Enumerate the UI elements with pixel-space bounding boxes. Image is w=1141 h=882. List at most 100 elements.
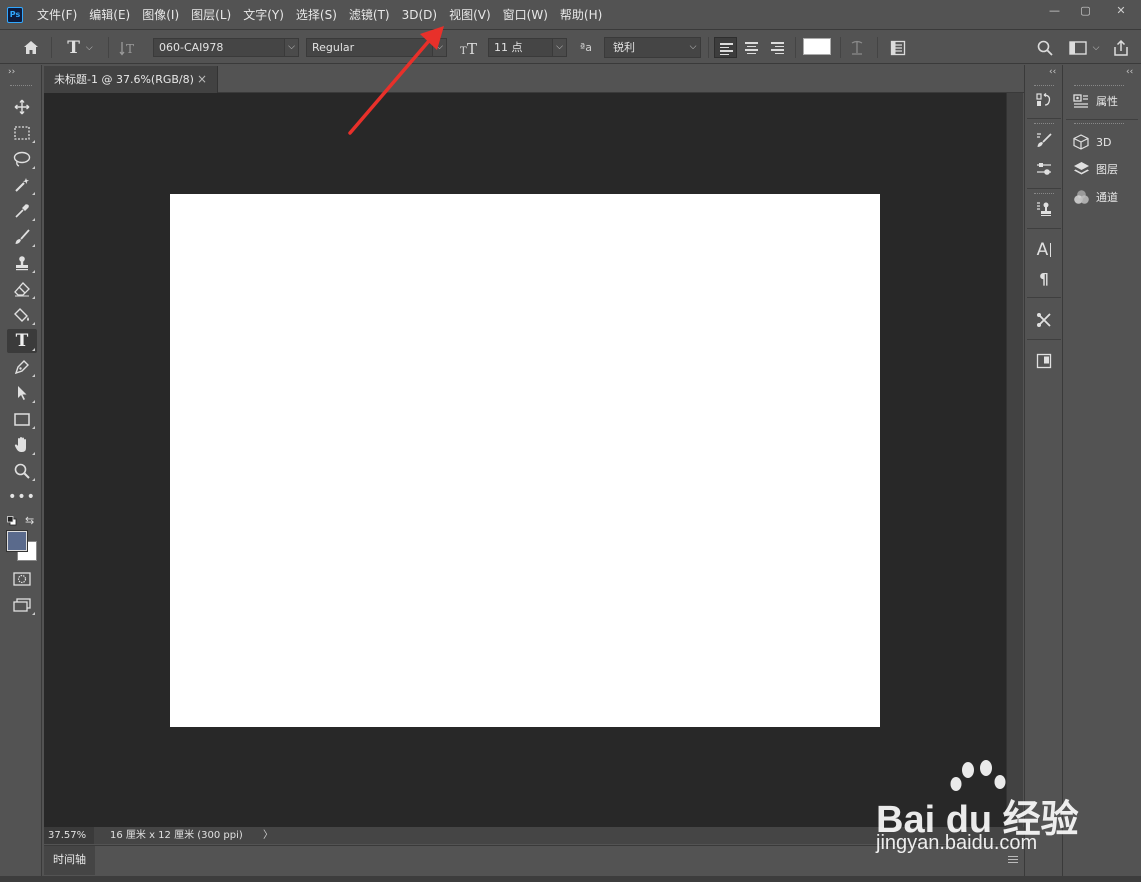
document-canvas[interactable]	[170, 194, 880, 727]
menu-type[interactable]: 文字(Y)	[237, 0, 290, 30]
document-size-info: 16 厘米 x 12 厘米 (300 ppi)	[110, 830, 243, 841]
character-icon[interactable]: A	[1032, 239, 1056, 261]
menu-view[interactable]: 视图(V)	[443, 0, 497, 30]
brush-settings-icon[interactable]	[1032, 129, 1056, 151]
toggle-text-orientation-icon[interactable]: T	[116, 31, 140, 64]
rectangle-tool-icon[interactable]	[7, 407, 37, 431]
channels-panel-tab[interactable]: 通道	[1072, 186, 1118, 208]
vertical-scrollbar[interactable]	[1006, 93, 1023, 827]
anti-alias-icon: ªa	[580, 41, 592, 54]
swap-colors-icon[interactable]: ⇆	[25, 514, 34, 527]
photoshop-logo: Ps	[7, 7, 23, 23]
path-selection-icon[interactable]	[7, 381, 37, 405]
paint-bucket-icon[interactable]	[7, 303, 37, 327]
pen-icon[interactable]	[7, 355, 37, 379]
history-icon[interactable]	[1032, 89, 1056, 111]
workspace-icon[interactable]: ⌵	[1064, 31, 1104, 64]
font-style-select[interactable]: Regular ⌵	[306, 38, 447, 57]
toolbar-grip[interactable]	[10, 85, 32, 87]
3d-panel-tab[interactable]: 3D	[1072, 131, 1111, 153]
align-left-button[interactable]	[714, 37, 737, 58]
type-tool-icon[interactable]: T	[7, 329, 37, 353]
menu-window[interactable]: 窗口(W)	[497, 0, 554, 30]
clone-source-icon[interactable]	[1032, 198, 1056, 220]
move-tool-icon[interactable]	[7, 95, 37, 119]
menu-image[interactable]: 图像(I)	[136, 0, 185, 30]
3d-label: 3D	[1096, 135, 1112, 149]
screen-mode-icon[interactable]	[7, 593, 37, 617]
panel-menu-icon[interactable]	[1008, 856, 1018, 865]
close-window-button[interactable]: ✕	[1101, 0, 1141, 22]
window-controls: — ▢ ✕	[1039, 0, 1141, 22]
font-size-select[interactable]: 11 点 ⌵	[488, 38, 567, 57]
collapse-panels-icon[interactable]: ‹‹	[1126, 67, 1133, 77]
text-color-swatch[interactable]	[803, 38, 831, 55]
layers-panel-tab[interactable]: 图层	[1072, 158, 1118, 180]
align-center-button[interactable]	[740, 37, 763, 58]
status-bar: 37.57% 16 厘米 x 12 厘米 (300 ppi) 〉	[44, 827, 1024, 844]
panel-icons-dock: ‹‹ A ¶	[1024, 65, 1063, 876]
eyedropper-icon[interactable]	[7, 199, 37, 223]
home-icon[interactable]	[18, 31, 44, 64]
close-tab-icon[interactable]: ×	[197, 66, 207, 93]
anti-alias-select[interactable]: 锐利 ⌵	[604, 37, 701, 58]
eraser-icon[interactable]	[7, 277, 37, 301]
tool-presets-icon[interactable]	[1032, 309, 1056, 331]
menu-select[interactable]: 选择(S)	[290, 0, 343, 30]
paragraph-icon[interactable]: ¶	[1032, 268, 1056, 290]
svg-text:T: T	[126, 42, 134, 56]
menu-help[interactable]: 帮助(H)	[554, 0, 608, 30]
align-right-icon	[771, 42, 784, 56]
libraries-icon[interactable]	[1032, 350, 1056, 372]
channels-icon	[1072, 189, 1090, 205]
clone-stamp-icon[interactable]	[7, 251, 37, 275]
status-menu-arrow-icon[interactable]: 〉	[263, 827, 273, 844]
zoom-level-field[interactable]: 37.57%	[44, 827, 94, 844]
menu-file[interactable]: 文件(F)	[31, 0, 83, 30]
menu-layer[interactable]: 图层(L)	[185, 0, 237, 30]
document-tab[interactable]: 未标题-1 @ 37.6%(RGB/8) ×	[44, 66, 218, 93]
timeline-panel: 时间轴	[44, 845, 1024, 875]
layers-icon	[1072, 161, 1090, 177]
timeline-tab[interactable]: 时间轴	[44, 846, 95, 875]
font-family-select[interactable]: 060-CAI978 ⌵	[153, 38, 299, 57]
document-tab-title: 未标题-1 @ 37.6%(RGB/8)	[54, 73, 194, 86]
quick-mask-icon[interactable]	[7, 567, 37, 591]
brush-icon[interactable]	[7, 225, 37, 249]
channels-label: 通道	[1096, 191, 1118, 204]
character-panel-icon[interactable]	[886, 31, 910, 64]
share-icon[interactable]	[1110, 31, 1132, 64]
window-bottom-edge	[0, 876, 1141, 882]
minimize-button[interactable]: —	[1039, 0, 1070, 22]
warp-text-icon[interactable]	[846, 31, 868, 64]
collapse-dock-icon[interactable]: ‹‹	[1049, 67, 1056, 77]
lasso-icon[interactable]	[7, 147, 37, 171]
properties-icon	[1072, 93, 1090, 109]
options-bar: T ⌵ T 060-CAI978 ⌵ Regular ⌵ TT 11 点 ⌵ ªa 锐…	[0, 31, 1141, 64]
default-colors-icon[interactable]	[7, 515, 17, 526]
font-size-icon: TT	[457, 31, 483, 64]
cube-icon	[1072, 134, 1090, 150]
align-right-button[interactable]	[766, 37, 789, 58]
magic-wand-icon[interactable]	[7, 173, 37, 197]
collapse-toolbar-icon[interactable]: ››	[8, 67, 15, 77]
maximize-button[interactable]: ▢	[1070, 0, 1101, 22]
align-left-icon	[720, 43, 733, 57]
rectangular-marquee-icon[interactable]	[7, 121, 37, 145]
svg-text:T: T	[467, 40, 477, 56]
menu-edit[interactable]: 编辑(E)	[83, 0, 136, 30]
canvas-area[interactable]	[44, 93, 1006, 827]
more-tools-icon[interactable]: •••	[7, 485, 37, 509]
search-icon[interactable]	[1034, 31, 1056, 64]
properties-panel-tab[interactable]: 属性	[1072, 90, 1118, 112]
zoom-tool-icon[interactable]	[7, 459, 37, 483]
menu-filter[interactable]: 滤镜(T)	[343, 0, 396, 30]
tab-strip	[218, 66, 1024, 93]
menu-bar: Ps 文件(F) 编辑(E) 图像(I) 图层(L) 文字(Y) 选择(S) 滤…	[0, 0, 1141, 30]
menu-3d[interactable]: 3D(D)	[396, 0, 443, 30]
adjustments-icon[interactable]	[1032, 158, 1056, 180]
hand-icon[interactable]	[7, 433, 37, 457]
menu-items: 文件(F) 编辑(E) 图像(I) 图层(L) 文字(Y) 选择(S) 滤镜(T…	[31, 0, 608, 30]
foreground-color-swatch[interactable]	[6, 530, 28, 552]
type-tool-preset-icon[interactable]: T ⌵	[60, 31, 100, 64]
